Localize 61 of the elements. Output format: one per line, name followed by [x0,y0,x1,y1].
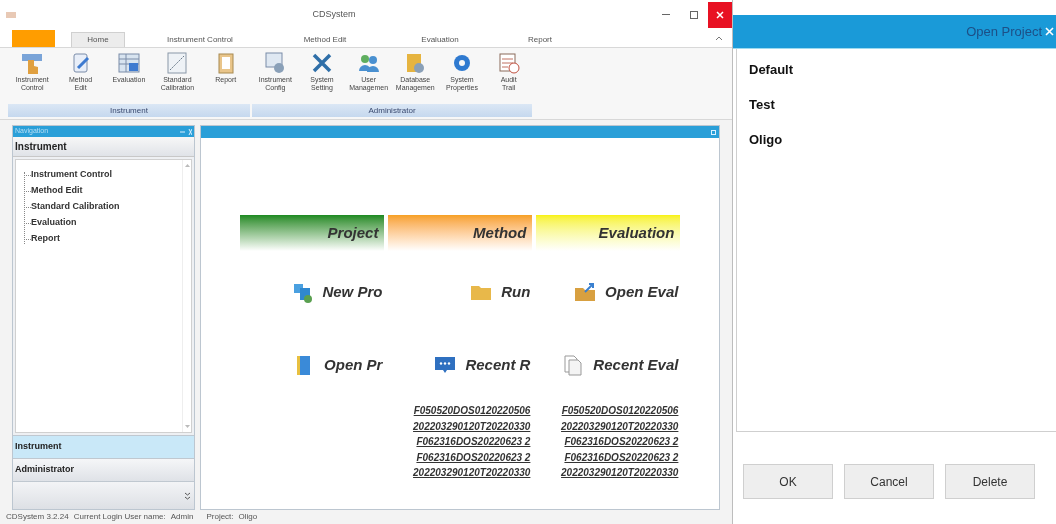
status-label: Current Login User name: [73,511,166,523]
column-title: Method [473,222,527,243]
recent-file-link[interactable]: F062316DOS20220623 2 [564,449,679,465]
scroll-down-icon[interactable] [184,425,190,428]
recent-file-link[interactable]: F062316DOS20220623 2 [564,434,679,450]
status-value: Admin [170,511,194,523]
action-link[interactable]: Open Pr [240,351,385,379]
status-label: Project: [206,511,234,523]
dialog-button[interactable]: OK [743,464,833,499]
spreadsheet-icon [116,51,141,75]
calendar-icon [496,51,521,75]
tree-item[interactable]: Evaluation [31,216,77,230]
recent-file-link[interactable]: F062316DOS20220623 2 [416,434,531,450]
recent-file-link[interactable]: F050520DOS0120220506 [413,403,531,419]
recent-file-link[interactable]: 202203290120T20220330 [561,465,679,481]
tab[interactable]: Home [71,32,125,47]
folder-arrow-icon [573,280,598,304]
collapse-ribbon-icon[interactable] [716,36,722,40]
section-header: Instrument [13,137,195,157]
chevron-down-icon[interactable] [185,491,191,500]
close-icon[interactable] [1045,27,1054,36]
tree-item[interactable]: Standard Calibration [31,200,120,214]
action-link[interactable]: New Pro [240,278,385,306]
dialog-button[interactable]: Delete [945,464,1035,499]
column-title: Project [327,222,379,243]
maximize-icon [690,11,698,19]
recent-file-link[interactable]: 202203290120T20220330 [561,418,679,434]
project-item[interactable]: Default [749,60,794,80]
recent-file-link[interactable]: 202203290120T20220330 [413,465,531,481]
recent-file-link[interactable]: 202203290120T20220330 [413,418,531,434]
group-label: Administrator [368,104,416,117]
app-icon [6,12,16,18]
recent-file-link[interactable]: F050520DOS0120220506 [561,403,679,419]
tab[interactable]: Evaluation [375,32,505,47]
tab[interactable]: Report [505,32,575,47]
navigation-section[interactable]: Administrator [13,458,195,481]
tab[interactable]: Method Edit [275,32,375,47]
restore-icon[interactable] [711,129,716,135]
group-label: Instrument [110,104,148,117]
minimize-icon [662,14,670,16]
status-value: Oligo [238,511,258,523]
tree-item[interactable]: Method Edit [31,184,83,198]
action-link[interactable]: Recent R [388,351,533,379]
action-link[interactable]: Recent Eval [536,351,681,379]
action-link[interactable]: Run [388,278,533,306]
scroll-up-icon[interactable] [184,164,190,167]
scrollbar[interactable] [182,160,192,432]
dialog-title: Open Project [966,22,1042,41]
version-text: CDSystem 3.2.24 [6,511,69,523]
tree-item[interactable]: Instrument Control [31,168,112,182]
project-item[interactable]: Oligo [749,130,783,150]
navigation-section[interactable]: Instrument [13,435,195,458]
tree-item[interactable]: Report [31,232,60,246]
window-title: CDSystem [312,8,356,22]
project-item[interactable]: Test [749,95,775,115]
close-icon [716,11,724,19]
tab[interactable]: Instrument Control [125,32,275,47]
dialog-button[interactable]: Cancel [844,464,934,499]
column-title: Evaluation [598,222,675,243]
recent-file-link[interactable]: F062316DOS20220623 2 [416,449,531,465]
action-link[interactable]: Open Eval [536,278,681,306]
